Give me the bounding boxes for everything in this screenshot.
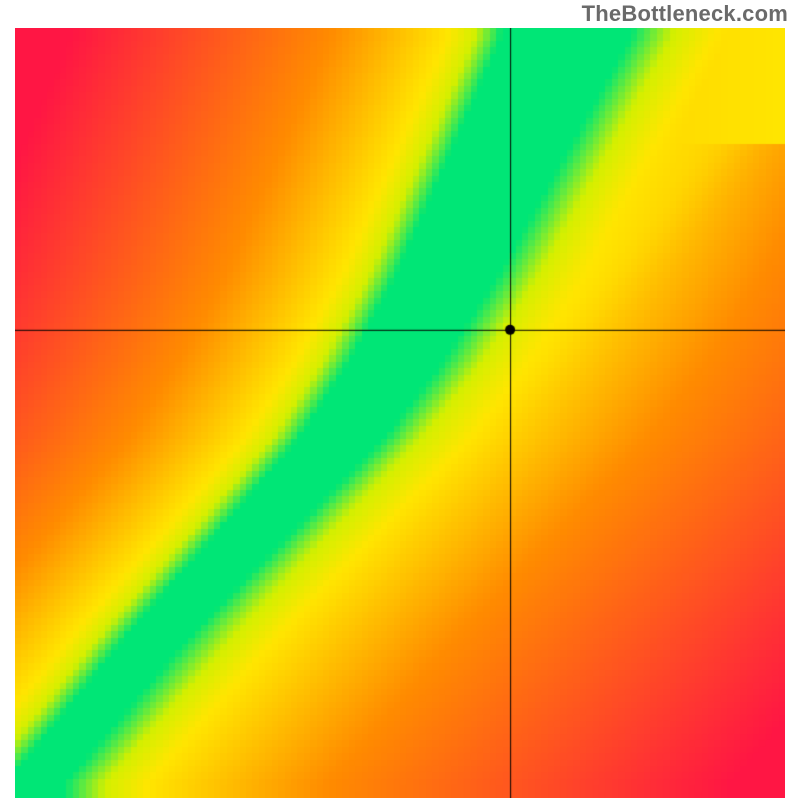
bottleneck-heatmap [15, 28, 785, 798]
watermark-text: TheBottleneck.com [582, 1, 788, 27]
